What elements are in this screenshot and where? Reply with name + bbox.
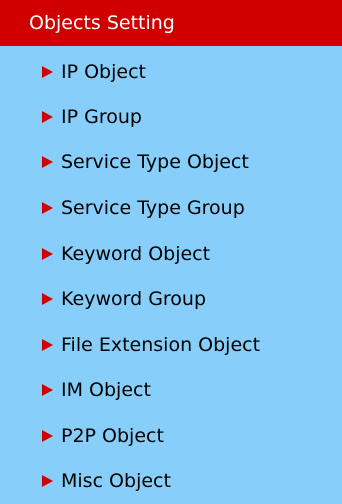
triangle-right-icon — [42, 430, 53, 442]
menu-item-ip-object[interactable]: IP Object — [42, 58, 146, 86]
triangle-right-icon — [42, 384, 53, 396]
menu-item-keyword-object[interactable]: Keyword Object — [42, 240, 210, 268]
menu-item-label: Keyword Object — [61, 243, 211, 265]
menu-item-ip-group[interactable]: IP Group — [42, 103, 142, 131]
panel-title: Objects Setting — [0, 0, 342, 46]
menu-item-label: Keyword Group — [61, 288, 207, 310]
menu-item-im-object[interactable]: IM Object — [42, 376, 151, 404]
triangle-right-icon — [42, 66, 53, 78]
menu-item-label: IP Group — [61, 106, 142, 128]
menu-item-label: IP Object — [61, 61, 146, 83]
triangle-right-icon — [42, 156, 53, 168]
triangle-right-icon — [42, 202, 53, 214]
triangle-right-icon — [42, 293, 53, 305]
triangle-right-icon — [42, 248, 53, 260]
menu-item-label: File Extension Object — [61, 334, 261, 356]
menu-item-service-type-object[interactable]: Service Type Object — [42, 148, 249, 176]
triangle-right-icon — [42, 111, 53, 123]
menu-item-label: IM Object — [61, 379, 151, 401]
menu-item-file-extension-object[interactable]: File Extension Object — [42, 331, 260, 359]
menu-item-label: Misc Object — [61, 470, 171, 492]
menu-item-label: Service Type Group — [61, 197, 245, 219]
menu-item-misc-object[interactable]: Misc Object — [42, 467, 171, 495]
triangle-right-icon — [42, 475, 53, 487]
objects-setting-panel: Objects Setting IP Object IP Group Servi… — [0, 0, 342, 504]
triangle-right-icon — [42, 339, 53, 351]
menu-item-keyword-group[interactable]: Keyword Group — [42, 285, 206, 313]
menu-item-label: Service Type Object — [61, 151, 249, 173]
menu-item-service-type-group[interactable]: Service Type Group — [42, 194, 245, 222]
menu-item-label: P2P Object — [61, 425, 164, 447]
menu-item-p2p-object[interactable]: P2P Object — [42, 422, 164, 450]
